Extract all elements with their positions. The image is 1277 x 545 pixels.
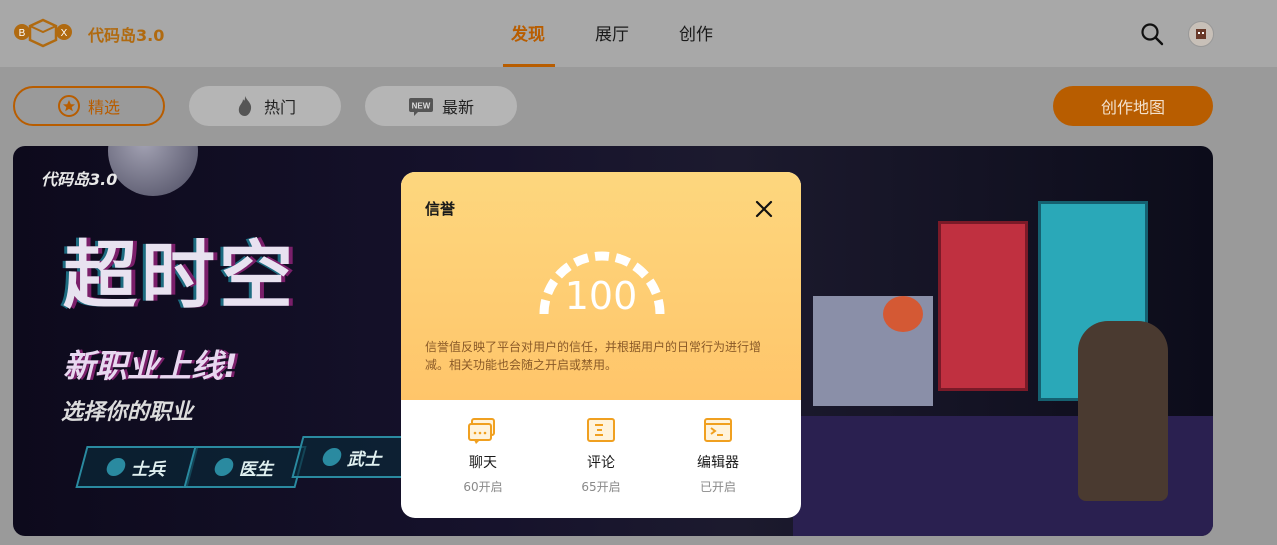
credit-score: 100 [564, 274, 638, 318]
medic-cross-icon [212, 458, 236, 476]
soldier-icon [104, 458, 128, 476]
feature-comment-status: 65开启 [581, 480, 621, 494]
role-doctor: 医生 [183, 446, 307, 488]
voxel-building-red [938, 221, 1028, 391]
role-warrior-label: 武士 [345, 449, 386, 470]
feature-chat-status: 60开启 [463, 480, 503, 494]
moon-decoration [108, 146, 198, 196]
banner-subtitle: 新职业上线! [63, 347, 238, 385]
filter-hot-label: 热门 [263, 98, 296, 117]
credit-modal: 信誉 100 信誉值反映了平台对用户的信任，并根据用户的日常行为进行增减。相关功… [401, 172, 801, 518]
user-avatar-icon [1196, 29, 1206, 39]
brand-name: 代码岛3.0 [88, 26, 165, 45]
feature-editor-status: 已开启 [699, 480, 736, 494]
svg-text:X: X [61, 28, 68, 39]
credit-description: 信誉值反映了平台对用户的信任，并根据用户的日常行为进行增减。相关功能也会随之开启… [425, 340, 762, 372]
filter-newest-label: 最新 [441, 98, 474, 117]
close-icon[interactable] [753, 198, 775, 220]
search-icon[interactable] [1140, 22, 1164, 46]
tab-gallery[interactable]: 展厅 [595, 20, 629, 45]
role-soldier-label: 士兵 [129, 459, 170, 480]
feature-chat-name: 聊天 [469, 455, 497, 471]
filter-hot[interactable]: 热门 [189, 86, 341, 126]
create-map-button[interactable]: 创作地图 [1053, 86, 1213, 126]
svg-text:B: B [19, 28, 26, 39]
feature-editor-name: 编辑器 [697, 455, 739, 471]
chat-icon [468, 418, 495, 444]
avatar[interactable] [1188, 21, 1214, 47]
feature-comment[interactable]: 评论 65开启 [551, 416, 651, 495]
banner-subtitle-2: 选择你的职业 [61, 400, 194, 425]
tab-create[interactable]: 创作 [679, 20, 713, 45]
editor-icon [704, 418, 732, 442]
tab-discover[interactable]: 发现 [511, 20, 545, 45]
modal-title: 信誉 [425, 200, 456, 218]
top-bar: B X 代码岛3.0 发现 展厅 创作 [0, 0, 1277, 67]
feature-comment-name: 评论 [587, 455, 615, 471]
fire-effect [883, 296, 923, 332]
banner-title: 超时空 [63, 233, 297, 319]
role-doctor-label: 医生 [237, 459, 278, 480]
role-warrior: 武士 [291, 436, 415, 478]
feature-editor[interactable]: 编辑器 已开启 [668, 416, 768, 495]
filter-newest[interactable]: NEW 最新 [365, 86, 517, 126]
role-soldier: 士兵 [75, 446, 199, 488]
star-icon [57, 95, 80, 117]
banner-brand: 代码岛3.0 [41, 170, 118, 189]
feature-chat[interactable]: 聊天 60开启 [433, 416, 533, 495]
comment-icon [587, 418, 615, 442]
filter-featured-label: 精选 [87, 98, 120, 117]
logo-icon[interactable]: B X [14, 16, 72, 48]
active-tab-indicator [503, 64, 555, 67]
filter-featured[interactable]: 精选 [13, 86, 165, 126]
voxel-character [1078, 321, 1168, 501]
svg-text:NEW: NEW [412, 102, 431, 111]
warrior-icon [320, 448, 344, 466]
new-badge-icon: NEW [408, 98, 433, 116]
fire-icon [238, 96, 252, 116]
